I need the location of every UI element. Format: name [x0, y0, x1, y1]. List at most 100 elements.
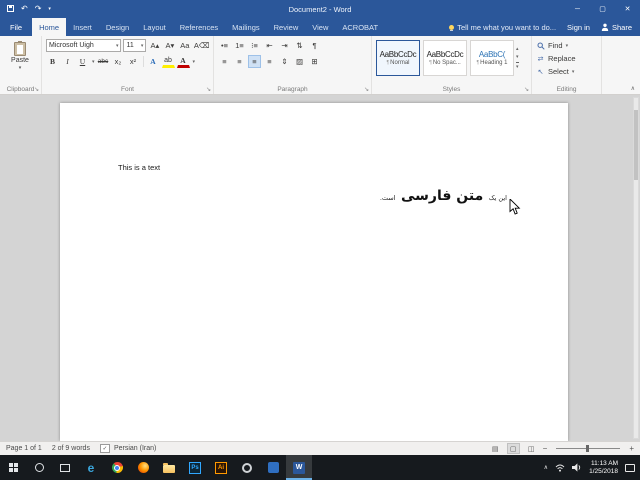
- page-indicator[interactable]: Page 1 of 1: [6, 445, 42, 452]
- bullets-button[interactable]: •≡: [218, 39, 231, 52]
- show-paragraph-marks-button[interactable]: ¶: [308, 39, 321, 52]
- action-center-icon[interactable]: [625, 463, 635, 472]
- underline-button[interactable]: U: [76, 55, 89, 68]
- minimize-button[interactable]: ─: [565, 0, 590, 18]
- paste-button[interactable]: Paste ▾: [4, 39, 36, 71]
- qat-customize-icon[interactable]: ▾: [48, 0, 51, 18]
- clipboard-dialog-launcher-icon[interactable]: ↘: [34, 86, 39, 93]
- task-view-icon[interactable]: [52, 455, 78, 480]
- font-name-combo[interactable]: Microsoft Uigh ▾: [46, 39, 122, 52]
- redo-icon[interactable]: ↷: [35, 0, 42, 18]
- tab-file[interactable]: File: [0, 18, 32, 36]
- text-highlight-button[interactable]: ab: [161, 55, 175, 68]
- pinned-app2-icon[interactable]: [260, 455, 286, 480]
- align-left-button[interactable]: ≡: [218, 55, 231, 68]
- paragraph-dialog-launcher-icon[interactable]: ↘: [364, 86, 369, 93]
- edge-icon[interactable]: e: [78, 455, 104, 480]
- illustrator-icon[interactable]: Ai: [208, 455, 234, 480]
- tab-layout[interactable]: Layout: [136, 18, 173, 36]
- photoshop-icon[interactable]: Ps: [182, 455, 208, 480]
- zoom-slider[interactable]: [556, 445, 621, 452]
- tell-me-box[interactable]: Tell me what you want to do...: [449, 23, 556, 32]
- style-card-normal[interactable]: AaBbCcDc ¶ Normal: [376, 40, 420, 76]
- tab-references[interactable]: References: [173, 18, 225, 36]
- subscript-button[interactable]: x₂: [112, 55, 125, 68]
- tab-home[interactable]: Home: [32, 18, 67, 36]
- increase-indent-button[interactable]: ⇥: [278, 39, 291, 52]
- multilevel-list-button[interactable]: ⁝≡: [248, 39, 261, 52]
- tab-mailings[interactable]: Mailings: [225, 18, 267, 36]
- align-center-button[interactable]: ≡: [233, 55, 246, 68]
- zoom-in-button[interactable]: +: [629, 444, 634, 453]
- clear-formatting-button[interactable]: A⌫: [193, 39, 210, 52]
- font-size-combo[interactable]: 11 ▾: [123, 39, 147, 52]
- document-page[interactable]: This is a text این یک متن فارسی است.: [60, 103, 568, 441]
- read-mode-button[interactable]: ▤: [489, 443, 502, 454]
- chrome-icon[interactable]: [104, 455, 130, 480]
- line-spacing-button[interactable]: ⇕: [278, 55, 291, 68]
- collapse-ribbon-icon[interactable]: ∧: [631, 85, 635, 92]
- word-taskbar-icon[interactable]: W: [286, 455, 312, 480]
- font-dialog-launcher-icon[interactable]: ↘: [206, 86, 211, 93]
- style-scroll-down-icon[interactable]: ▾: [516, 54, 519, 60]
- select-button[interactable]: ↖ Select ▾: [536, 65, 598, 78]
- style-card-no-spacing[interactable]: AaBbCcDc ¶ No Spac...: [423, 40, 467, 76]
- replace-button[interactable]: ⇄ Replace: [536, 52, 598, 65]
- print-layout-button[interactable]: ▢: [506, 443, 520, 454]
- tab-design[interactable]: Design: [99, 18, 136, 36]
- taskbar-clock[interactable]: 11:13 AM 1/25/2018: [589, 460, 618, 476]
- zoom-slider-thumb[interactable]: [586, 445, 590, 452]
- start-button[interactable]: [0, 455, 26, 480]
- decrease-indent-button[interactable]: ⇤: [263, 39, 276, 52]
- styles-dialog-launcher-icon[interactable]: ↘: [524, 86, 529, 93]
- underline-dropdown-icon[interactable]: ▾: [92, 59, 95, 65]
- cortana-icon[interactable]: [26, 455, 52, 480]
- shading-button[interactable]: ▨: [293, 55, 306, 68]
- grow-font-button[interactable]: A▴: [148, 39, 161, 52]
- tab-acrobat[interactable]: ACROBAT: [335, 18, 385, 36]
- sign-in-button[interactable]: Sign in: [567, 23, 590, 32]
- tab-review[interactable]: Review: [267, 18, 306, 36]
- numbering-button[interactable]: 1≡: [233, 39, 246, 52]
- borders-button[interactable]: ⊞: [308, 55, 321, 68]
- shrink-font-button[interactable]: A▾: [163, 39, 176, 52]
- maximize-button[interactable]: ▢: [590, 0, 615, 18]
- strikethrough-button[interactable]: abc: [97, 55, 110, 68]
- style-gallery: AaBbCcDc ¶ Normal AaBbCcDc ¶ No Spac... Aa…: [376, 39, 514, 76]
- firefox-icon[interactable]: [130, 455, 156, 480]
- style-card-heading1[interactable]: AaBbC( ¶ Heading 1: [470, 40, 514, 76]
- pilcrow-icon: ¶: [386, 60, 390, 66]
- find-button[interactable]: Find ▾: [536, 39, 598, 52]
- tray-expand-icon[interactable]: ∧: [544, 464, 548, 471]
- scrollbar-thumb[interactable]: [634, 110, 638, 180]
- style-gallery-more-icon[interactable]: ▾: [516, 61, 519, 70]
- font-color-button[interactable]: A: [176, 55, 190, 68]
- justify-button[interactable]: ≡: [263, 55, 276, 68]
- superscript-button[interactable]: x²: [127, 55, 140, 68]
- pinned-app-icon[interactable]: [234, 455, 260, 480]
- tab-insert[interactable]: Insert: [66, 18, 99, 36]
- align-right-button[interactable]: ≡: [248, 55, 261, 68]
- save-icon[interactable]: [7, 4, 14, 14]
- vertical-scrollbar[interactable]: [633, 97, 639, 439]
- network-icon[interactable]: [555, 459, 565, 477]
- undo-icon[interactable]: ↶: [21, 0, 28, 18]
- web-layout-button[interactable]: ◫: [525, 443, 538, 454]
- change-case-button[interactable]: Aa: [178, 39, 191, 52]
- paste-dropdown-icon[interactable]: ▾: [19, 65, 22, 71]
- zoom-out-button[interactable]: −: [543, 444, 548, 453]
- file-explorer-icon[interactable]: [156, 455, 182, 480]
- word-count[interactable]: 2 of 9 words: [52, 445, 90, 452]
- bold-button[interactable]: B: [46, 55, 59, 68]
- italic-button[interactable]: I: [61, 55, 74, 68]
- sort-button[interactable]: ⇅: [293, 39, 306, 52]
- close-button[interactable]: ✕: [615, 0, 640, 18]
- tab-view[interactable]: View: [305, 18, 335, 36]
- text-effects-button[interactable]: A: [147, 55, 160, 68]
- font-color-dropdown-icon[interactable]: ▾: [193, 59, 196, 65]
- volume-icon[interactable]: [572, 459, 582, 477]
- share-button[interactable]: Share: [601, 23, 632, 32]
- language-indicator[interactable]: Persian (Iran): [114, 445, 156, 452]
- style-scroll-up-icon[interactable]: ▴: [516, 46, 519, 52]
- proofing-icon[interactable]: ✓: [99, 444, 110, 453]
